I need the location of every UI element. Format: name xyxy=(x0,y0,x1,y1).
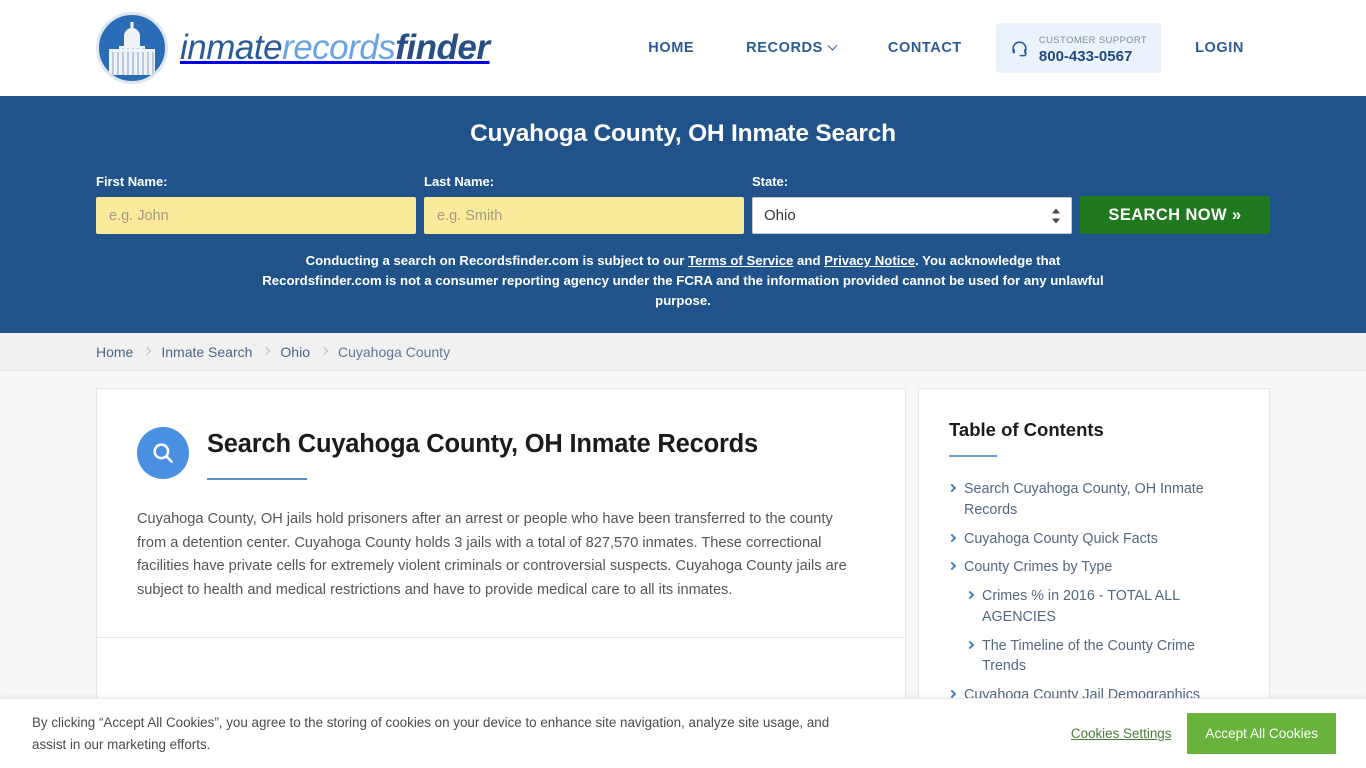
nav-item-login-label: LOGIN xyxy=(1195,40,1244,56)
cookie-banner-text: By clicking “Accept All Cookies”, you ag… xyxy=(32,714,830,752)
breadcrumb-item-inmate-search[interactable]: Inmate Search xyxy=(161,344,252,360)
breadcrumb-separator-icon xyxy=(262,346,271,355)
chevron-right-icon xyxy=(947,533,957,542)
main-navigation: HOME RECORDS CONTACT CUSTOMER SUPPORT 80… xyxy=(622,22,1270,74)
chevron-right-icon xyxy=(947,562,957,571)
breadcrumb-item-home[interactable]: Home xyxy=(96,344,133,360)
toc-title: Table of Contents xyxy=(949,419,1104,441)
nav-item-contact[interactable]: CONTACT xyxy=(862,40,988,56)
nav-item-login[interactable]: LOGIN xyxy=(1169,40,1270,56)
brand-part-three: finder xyxy=(395,28,490,67)
article-header: Search Cuyahoga County, OH Inmate Record… xyxy=(97,389,905,480)
article-body: Cuyahoga County, OH jails hold prisoners… xyxy=(97,480,905,637)
toc-underline xyxy=(949,455,997,458)
state-select[interactable]: Ohio xyxy=(752,197,1072,234)
headset-icon xyxy=(1010,39,1029,58)
article-paragraph: Cuyahoga County, OH jails hold prisoners… xyxy=(137,510,847,599)
search-disclaimer: Conducting a search on Recordsfinder.com… xyxy=(253,251,1113,311)
chevron-right-icon xyxy=(965,640,975,649)
last-name-label: Last Name: xyxy=(424,174,495,189)
toc-link-crimes-percent-2016[interactable]: Crimes % in 2016 - TOTAL ALL AGENCIES xyxy=(982,586,1239,627)
toc-item[interactable]: Cuyahoga County Quick Facts xyxy=(947,529,1239,550)
privacy-notice-link[interactable]: Privacy Notice xyxy=(824,253,915,268)
toc-item[interactable]: The Timeline of the County Crime Trends xyxy=(949,636,1239,677)
chevron-right-icon xyxy=(965,590,975,600)
page-title: Cuyahoga County, OH Inmate Search xyxy=(470,120,896,147)
heading-underline xyxy=(207,477,307,480)
breadcrumb: Home Inmate Search Ohio Cuyahoga County xyxy=(0,333,1366,372)
toc-list: Search Cuyahoga County, OH Inmate Record… xyxy=(947,479,1239,705)
brand-wordmark: inmaterecordsfinder xyxy=(180,28,490,68)
customer-support-phone: 800-433-0567 xyxy=(1038,48,1133,65)
disclaimer-part-two: and xyxy=(793,253,825,268)
customer-support-button[interactable]: CUSTOMER SUPPORT 800-433-0567 xyxy=(995,22,1162,74)
customer-support-label: CUSTOMER SUPPORT xyxy=(1038,34,1148,46)
toc-link-crime-trends-timeline[interactable]: The Timeline of the County Crime Trends xyxy=(982,636,1239,677)
chevron-down-icon xyxy=(827,40,838,51)
toc-item[interactable]: Crimes % in 2016 - TOTAL ALL AGENCIES xyxy=(949,586,1239,627)
last-name-input[interactable] xyxy=(424,197,744,234)
search-icon xyxy=(137,427,189,480)
last-name-field-group: Last Name: xyxy=(424,174,744,234)
search-now-button[interactable]: SEARCH NOW » xyxy=(1080,196,1270,234)
hero-search-section: Cuyahoga County, OH Inmate Search First … xyxy=(0,96,1366,334)
terms-of-service-link[interactable]: Terms of Service xyxy=(688,253,793,268)
toc-item[interactable]: Search Cuyahoga County, OH Inmate Record… xyxy=(947,479,1239,520)
breadcrumb-separator-icon xyxy=(319,346,329,355)
toc-link-quick-facts[interactable]: Cuyahoga County Quick Facts xyxy=(964,529,1158,550)
state-label: State: xyxy=(752,174,789,189)
brand-part-one: inmate xyxy=(180,28,283,67)
first-name-label: First Name: xyxy=(96,174,168,189)
chevron-right-icon xyxy=(947,689,957,699)
nav-item-contact-label: CONTACT xyxy=(887,40,962,56)
disclaimer-part-one: Conducting a search on Recordsfinder.com… xyxy=(305,253,689,268)
breadcrumb-item-cuyahoga-county: Cuyahoga County xyxy=(338,343,451,360)
accept-all-cookies-button[interactable]: Accept All Cookies xyxy=(1187,713,1336,754)
toc-link-search-records[interactable]: Search Cuyahoga County, OH Inmate Record… xyxy=(964,479,1239,520)
nav-item-home-label: HOME xyxy=(648,40,695,56)
brand-part-two: records xyxy=(282,28,396,67)
toc-link-crimes-by-type[interactable]: County Crimes by Type xyxy=(964,557,1112,578)
breadcrumb-separator-icon xyxy=(143,346,152,355)
first-name-field-group: First Name: xyxy=(96,174,416,234)
cookies-settings-button[interactable]: Cookies Settings xyxy=(1071,726,1171,741)
capitol-dome-icon xyxy=(96,12,168,84)
cookie-banner-actions: Cookies Settings Accept All Cookies xyxy=(1071,713,1336,754)
brand-logo-link[interactable]: inmaterecordsfinder xyxy=(96,12,490,84)
site-header: inmaterecordsfinder HOME RECORDS CONTACT… xyxy=(0,0,1366,96)
inmate-search-form: First Name: Last Name: State: Ohio SEARC… xyxy=(96,174,1270,234)
breadcrumb-item-ohio[interactable]: Ohio xyxy=(280,344,310,360)
first-name-input[interactable] xyxy=(96,197,416,234)
state-field-group: State: Ohio xyxy=(752,174,1072,234)
article-heading: Search Cuyahoga County, OH Inmate Record… xyxy=(207,430,759,459)
chevron-right-icon xyxy=(947,483,957,493)
nav-item-records-label: RECORDS xyxy=(746,40,823,56)
cookie-consent-banner: By clicking “Accept All Cookies”, you ag… xyxy=(0,698,1366,768)
toc-item[interactable]: County Crimes by Type xyxy=(947,557,1239,578)
nav-item-home[interactable]: HOME xyxy=(622,40,720,56)
table-of-contents: Table of Contents Search Cuyahoga County… xyxy=(918,388,1270,749)
nav-item-records[interactable]: RECORDS xyxy=(720,40,862,56)
